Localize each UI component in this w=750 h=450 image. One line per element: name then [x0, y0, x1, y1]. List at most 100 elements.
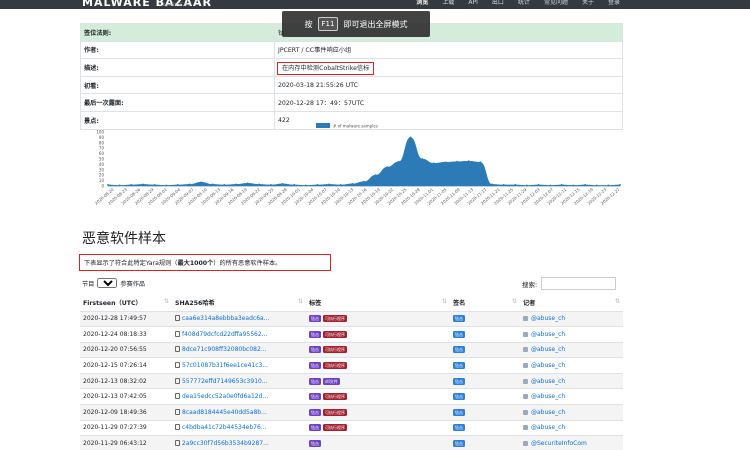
tag-badge[interactable]: 钴击 — [309, 330, 321, 338]
reporter-link[interactable]: @abuse_ch — [531, 393, 565, 400]
data-point[interactable] — [374, 174, 377, 177]
data-point[interactable] — [432, 162, 435, 165]
data-point[interactable] — [118, 184, 121, 187]
data-point[interactable] — [549, 184, 552, 187]
tag-badge[interactable]: 可执行程序 — [323, 330, 347, 338]
data-point[interactable] — [491, 183, 493, 186]
search-input[interactable] — [541, 277, 617, 290]
data-point[interactable] — [107, 184, 109, 186]
data-point[interactable] — [130, 184, 133, 186]
col-tags[interactable]: 标签 ⇅ — [306, 295, 450, 312]
brand-logo[interactable]: MALWARE BAZAAR — [82, 0, 212, 9]
tag-badge[interactable]: 可执行程序 — [323, 346, 347, 354]
table-row[interactable]: 2020-12-13 08:32:02 557772effd7149653c391… — [80, 372, 623, 389]
data-point[interactable] — [421, 158, 424, 160]
signature-badge[interactable]: 钴击 — [453, 362, 465, 370]
data-point[interactable] — [281, 182, 284, 185]
data-point[interactable] — [304, 184, 307, 187]
data-point[interactable] — [316, 184, 319, 186]
tag-badge[interactable]: 钴击 — [309, 393, 321, 401]
nav-item-about[interactable]: 关于 — [582, 0, 594, 6]
data-point[interactable] — [514, 184, 517, 186]
tag-badge[interactable]: 可执行程序 — [323, 362, 347, 370]
table-row[interactable]: 2020-12-20 07:56:55 8dce71c908ff32080bc08… — [80, 341, 623, 358]
copy-icon[interactable] — [175, 346, 180, 353]
tag-badge[interactable]: dll文件 — [323, 377, 340, 385]
tag-badge[interactable]: 钴击 — [309, 315, 321, 323]
data-point[interactable] — [258, 183, 261, 186]
sha-link[interactable]: caa6e314a8ebbba3eadc6a... — [182, 315, 269, 322]
signature-badge[interactable]: 钴击 — [453, 377, 465, 385]
reporter-link[interactable]: @abuse_ch — [531, 424, 565, 431]
table-row[interactable]: 2020-11-29 06:43:12 2a9cc30f7d56b3534b928… — [80, 435, 623, 450]
tag-badge[interactable]: 可执行程序 — [323, 393, 347, 401]
copy-icon[interactable] — [175, 330, 180, 337]
sha-link[interactable]: 2a9cc30f7d56b3534b9287... — [182, 440, 269, 447]
tag-badge[interactable]: 钴击 — [309, 440, 321, 448]
signature-badge[interactable]: 钴击 — [453, 424, 465, 432]
data-point[interactable] — [211, 183, 214, 186]
data-point[interactable] — [584, 184, 586, 186]
signature-badge[interactable]: 钴击 — [453, 346, 465, 354]
table-row[interactable]: 2020-12-24 08:18:33 f408d79dcfcd22dffa955… — [80, 326, 623, 343]
reporter-link[interactable]: @abuse_ch — [531, 362, 565, 369]
sha-link[interactable]: 57c01087b31f6ee1ce41c3... — [182, 362, 268, 369]
data-point[interactable] — [456, 160, 458, 163]
data-point[interactable] — [142, 183, 144, 186]
copy-icon[interactable] — [175, 440, 180, 447]
signature-badge[interactable]: 钴击 — [453, 393, 465, 401]
tag-badge[interactable]: 钴击 — [309, 362, 321, 370]
nav-item-upload[interactable]: 上载 — [442, 0, 454, 6]
data-point[interactable] — [363, 180, 365, 183]
copy-icon[interactable] — [175, 315, 180, 322]
table-row[interactable]: 2020-12-28 17:49:57 caa6e314a8ebbba3eadc6… — [80, 310, 623, 327]
nav-item-faq[interactable]: 常见问题 — [544, 0, 568, 6]
data-point[interactable] — [188, 183, 191, 186]
reporter-link[interactable]: @SecuriteInfoCom — [531, 440, 587, 447]
signature-badge[interactable]: 钴击 — [453, 315, 465, 323]
table-row[interactable]: 2020-12-13 07:42:05 dea15edcc52a0e0fd6a12… — [80, 388, 623, 405]
tag-badge[interactable]: 钴击 — [309, 346, 321, 354]
data-point[interactable] — [409, 136, 412, 139]
data-point[interactable] — [165, 184, 168, 187]
data-point[interactable] — [479, 161, 482, 164]
page-size-select[interactable]: 50 — [97, 278, 118, 288]
reporter-link[interactable]: @abuse_ch — [531, 346, 565, 353]
data-point[interactable] — [398, 160, 400, 163]
data-point[interactable] — [339, 184, 342, 186]
signature-badge[interactable]: 钴击 — [453, 440, 465, 448]
data-point[interactable] — [560, 184, 563, 186]
data-point[interactable] — [386, 166, 389, 168]
data-point[interactable] — [223, 184, 226, 186]
table-row[interactable]: 2020-12-09 18:49:36 8caad8184445e40dd5a8b… — [80, 404, 623, 421]
tag-badge[interactable]: 钴击 — [309, 408, 321, 416]
sha-link[interactable]: f408d79dcfcd22dffa95562... — [182, 331, 267, 338]
tag-badge[interactable]: 钴击 — [309, 424, 321, 432]
nav-item-login[interactable]: 登录 — [608, 0, 620, 6]
col-signature[interactable]: 签名 ⇅ — [450, 295, 520, 312]
col-firstseen[interactable]: Firstseen（UTC） ⇅ — [80, 295, 172, 312]
data-point[interactable] — [595, 184, 598, 187]
nav-item-browse[interactable]: 浏览 — [416, 0, 428, 6]
sha-link[interactable]: 8dce71c908ff32080bc082... — [182, 346, 267, 353]
sha-link[interactable]: 557772effd7149653c3910... — [182, 378, 268, 385]
data-point[interactable] — [246, 182, 249, 185]
reporter-link[interactable]: @abuse_ch — [531, 315, 565, 322]
col-reporter[interactable]: 记者 ⇅ — [520, 295, 623, 312]
sha-link[interactable]: 8caad8184445e40dd5a8b... — [182, 409, 267, 416]
reporter-link[interactable]: @abuse_ch — [531, 378, 565, 385]
table-row[interactable]: 2020-12-15 07:26:14 57c01087b31f6ee1ce41c… — [80, 357, 623, 374]
copy-icon[interactable] — [175, 393, 180, 400]
tag-badge[interactable]: 可执行程序 — [323, 424, 347, 432]
reporter-link[interactable]: @abuse_ch — [531, 409, 565, 416]
copy-icon[interactable] — [175, 408, 180, 415]
data-point[interactable] — [502, 184, 505, 186]
data-point[interactable] — [328, 183, 330, 186]
data-point[interactable] — [153, 184, 156, 186]
nav-item-export[interactable]: 出口 — [492, 0, 504, 6]
nav-item-stats[interactable]: 统计 — [518, 0, 530, 6]
table-row[interactable]: 2020-11-29 07:27:39 c4bdba41c72b44534eb76… — [80, 419, 623, 436]
data-point[interactable] — [200, 181, 202, 184]
nav-item-api[interactable]: API — [468, 0, 478, 6]
data-point[interactable] — [537, 184, 540, 186]
